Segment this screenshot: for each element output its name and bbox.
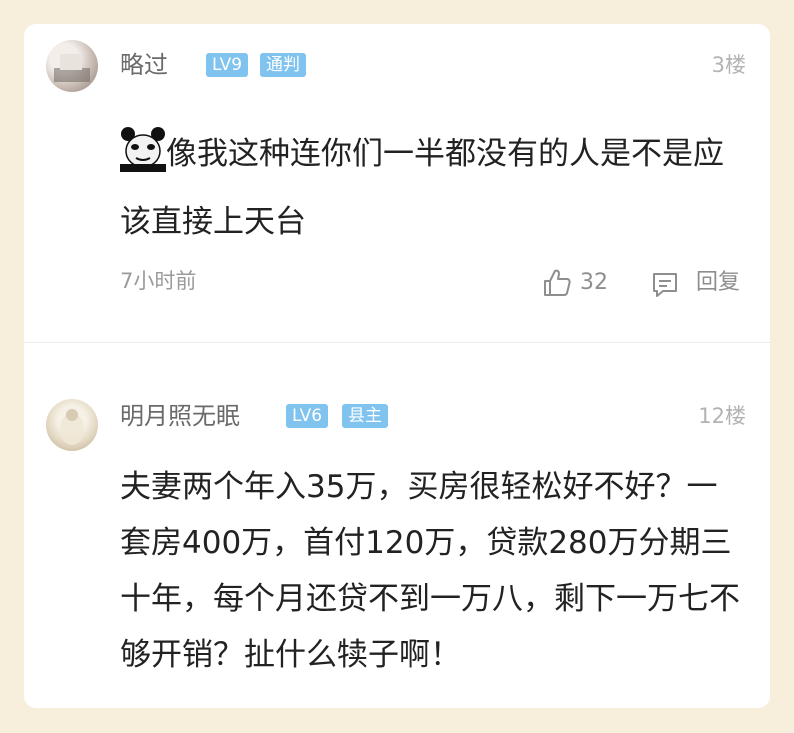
level-badge: LV9 (206, 53, 249, 77)
level-badge: LV6 (286, 404, 329, 428)
title-badge: 县主 (342, 404, 388, 428)
floor-number: 3楼 (711, 53, 746, 77)
timestamp: 7小时前 (120, 269, 197, 293)
thumbs-up-icon[interactable] (542, 268, 572, 302)
reply-bubble-icon[interactable] (650, 270, 680, 304)
comment-text: 像我这种连你们一半都没有的人是不是应该直接上天台 (120, 120, 740, 256)
avatar[interactable] (46, 40, 98, 92)
comment-item: 明月照无眠 LV6 县主 12楼 夫妻两个年入35万，买房很轻松好不好？一套房4… (24, 343, 770, 708)
comment-body: 像我这种连你们一半都没有的人是不是应该直接上天台 (120, 136, 724, 240)
username[interactable]: 略过 (120, 50, 168, 80)
panda-face-sticker-icon (120, 126, 166, 172)
reply-button[interactable]: 回复 (696, 268, 740, 298)
comment-list-card: 略过 LV9 通判 3楼 像我这种连你们一半都没有的人是不是应该直接上天台 7小… (24, 24, 770, 708)
comment-item: 略过 LV9 通判 3楼 像我这种连你们一半都没有的人是不是应该直接上天台 7小… (24, 24, 770, 342)
like-count: 32 (580, 270, 608, 295)
floor-number: 12楼 (698, 404, 746, 428)
avatar[interactable] (46, 399, 98, 451)
comment-text: 夫妻两个年入35万，买房很轻松好不好？一套房400万，首付120万，贷款280万… (120, 469, 740, 673)
title-badge: 通判 (260, 53, 306, 77)
username[interactable]: 明月照无眠 (120, 401, 240, 431)
